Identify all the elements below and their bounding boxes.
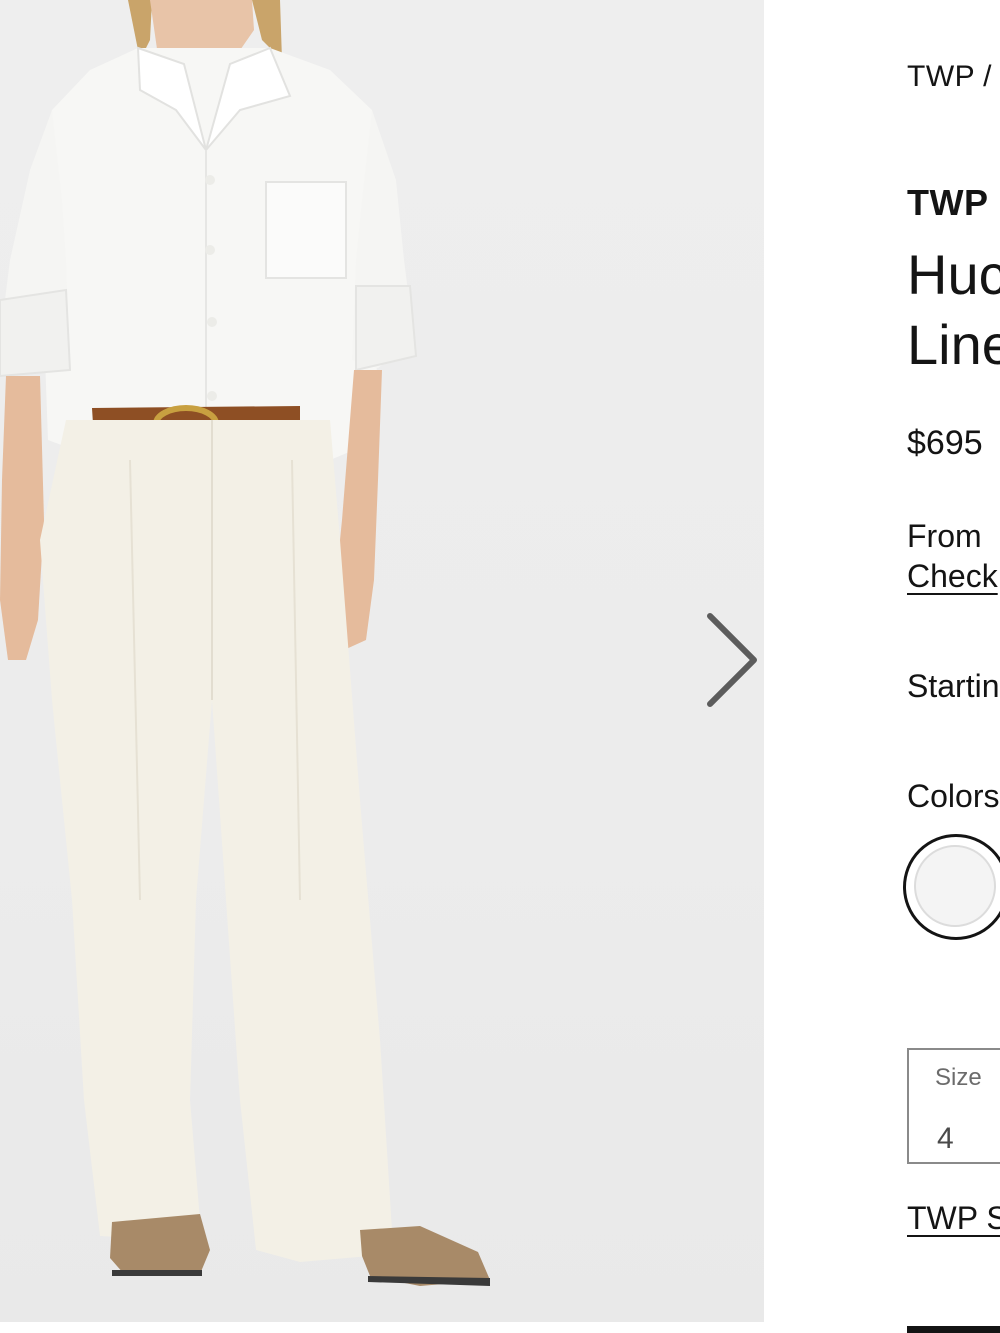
size-select-value: 4 <box>937 1122 954 1155</box>
product-brand[interactable]: TWP <box>907 182 988 224</box>
size-guide-link[interactable]: TWP S <box>907 1200 1000 1237</box>
breadcrumb-brand-link[interactable]: TWP <box>907 60 975 93</box>
product-photo <box>0 0 490 1286</box>
product-page: TWP / TWP Huc Line $695 From Check Starti… <box>0 0 1000 1333</box>
financing-text: From <box>907 518 982 554</box>
breadcrumb: TWP / <box>907 60 992 94</box>
product-price: $695 <box>907 424 983 462</box>
starting-price-text: Startin <box>907 668 1000 704</box>
breadcrumb-separator: / <box>983 60 992 93</box>
size-select-label: Size <box>935 1064 982 1091</box>
product-details: TWP / TWP Huc Line $695 From Check Starti… <box>903 0 1000 1333</box>
financing-check-link[interactable]: Check <box>907 556 998 596</box>
size-select[interactable]: Size 4 <box>907 1048 1000 1164</box>
product-title-line-2: Line <box>907 313 1000 376</box>
colors-label: Colors <box>907 778 1000 814</box>
chevron-right-icon <box>707 613 757 707</box>
next-image-button[interactable] <box>692 600 764 720</box>
add-to-bag-button-edge[interactable] <box>907 1326 1000 1333</box>
product-title: Huc Line <box>907 240 1000 380</box>
color-swatch-fill <box>914 845 996 927</box>
product-image-gallery <box>0 0 764 1322</box>
product-title-line-1: Huc <box>907 243 1000 306</box>
financing-info: From Check <box>907 516 998 596</box>
color-swatch-selected[interactable] <box>903 834 1000 940</box>
